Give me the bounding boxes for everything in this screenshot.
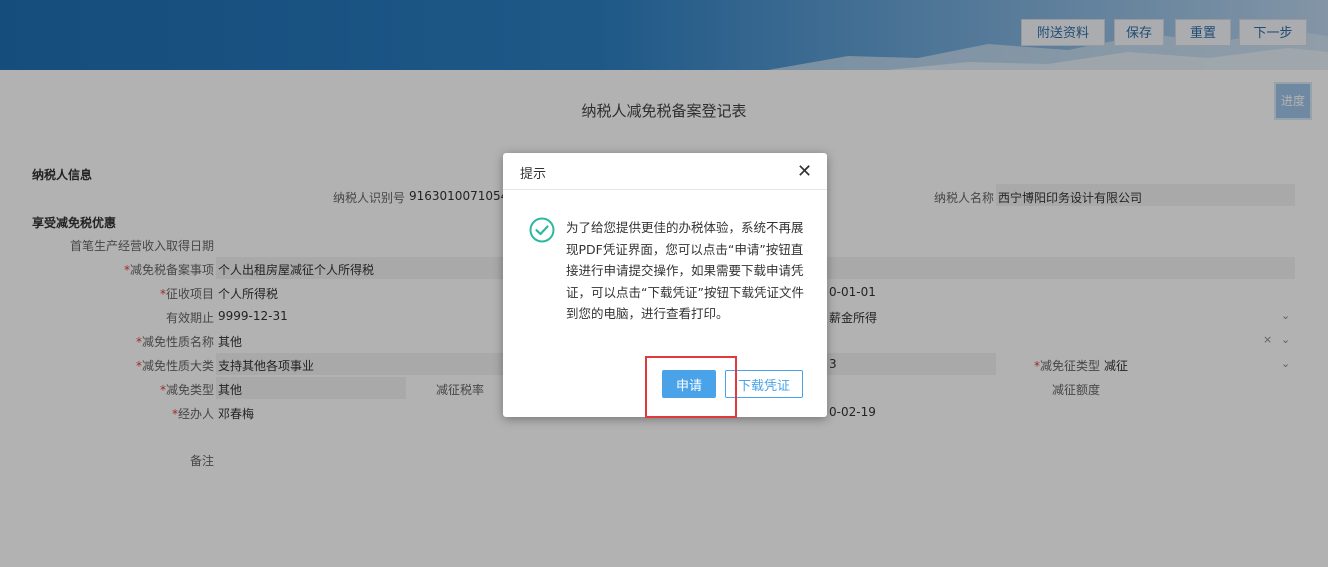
close-icon[interactable]: ✕	[797, 161, 812, 182]
dialog-message: 为了给您提供更佳的办税体验，系统不再展现PDF凭证界面，您可以点击“申请”按钮直…	[566, 220, 804, 321]
check-circle-icon	[529, 217, 555, 243]
highlight-box	[645, 356, 737, 418]
dialog-header: 提示 ✕	[503, 153, 827, 190]
dialog-title: 提示	[520, 167, 547, 182]
